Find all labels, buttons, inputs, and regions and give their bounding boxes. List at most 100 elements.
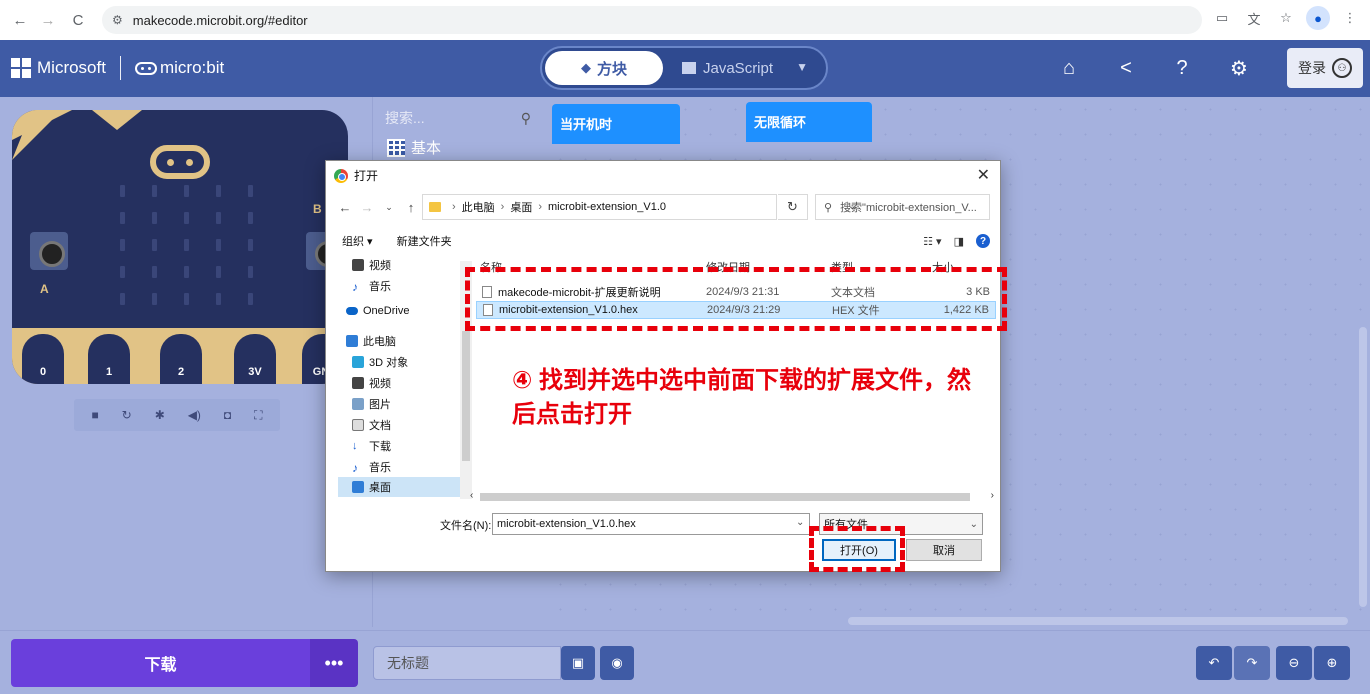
block-forever[interactable]: 无限循环 — [746, 102, 872, 142]
chevron-down-icon[interactable]: ▼ — [796, 60, 808, 74]
filename-input[interactable]: microbit-extension_V1.0.hex — [492, 513, 810, 535]
browser-menu-icon[interactable]: ⋮ — [1338, 6, 1362, 30]
music-icon: ♪ — [352, 461, 358, 475]
tab-blocks[interactable]: ◆ 方块 — [545, 51, 663, 85]
dialog-command-bar: 组织 ▾ 新建文件夹 ☷ ▾ ◨ ? — [342, 231, 990, 251]
makecode-header: Microsoft micro:bit ◆ 方块 JavaScript ▼ ⌂ … — [0, 40, 1370, 97]
cast-icon[interactable]: ▭ — [1210, 6, 1234, 30]
nav-item-this-pc[interactable]: 此电脑 — [346, 333, 396, 349]
search-icon: ⚲ — [824, 201, 833, 214]
project-name-input[interactable]: 无标题 — [373, 646, 561, 680]
forward-icon[interactable]: → — [356, 200, 378, 215]
highlight-open-box — [809, 526, 905, 572]
chevron-down-icon[interactable]: ⌄ — [378, 202, 400, 213]
forward-icon[interactable]: → — [34, 6, 62, 34]
save-icon[interactable]: ▣ — [561, 646, 595, 680]
organize-menu[interactable]: 组织 ▾ — [342, 233, 373, 249]
pin-3v[interactable]: 3V — [234, 334, 276, 384]
grid-icon — [387, 138, 405, 157]
settings-gear-icon[interactable]: ⚙ — [1225, 54, 1253, 82]
instruction-note: ④ 找到并选中选中前面下载的扩展文件，然后点击打开 — [512, 367, 971, 428]
nav-item-desktop[interactable]: 桌面 — [338, 477, 460, 497]
screenshot-icon[interactable]: ◘ — [224, 408, 231, 422]
reload-icon[interactable]: C — [64, 6, 92, 34]
profile-avatar-icon[interactable]: ● — [1306, 6, 1330, 30]
vertical-scrollbar[interactable] — [1359, 327, 1367, 607]
share-icon[interactable]: < — [1112, 54, 1140, 82]
redo-icon[interactable]: ↷ — [1234, 646, 1270, 680]
folder-icon — [429, 202, 441, 212]
up-icon[interactable]: ↑ — [400, 200, 422, 215]
cancel-button[interactable]: 取消 — [906, 539, 982, 561]
bottom-toolbar: 下载 ••• 无标题 ▣ ◉ ↶ ↷ ⊖ ⊕ — [0, 630, 1370, 694]
chevron-down-icon: ⌄ — [969, 518, 978, 530]
preview-pane-icon[interactable]: ◨ — [954, 235, 964, 248]
video-icon — [352, 377, 364, 389]
undo-icon[interactable]: ↶ — [1196, 646, 1232, 680]
highlight-file-box — [465, 267, 1007, 331]
zoom-out-icon[interactable]: ⊖ — [1276, 646, 1312, 680]
help-icon[interactable]: ? — [976, 234, 990, 248]
file-list-hscrollbar[interactable]: ‹ › — [468, 489, 998, 503]
address-bar[interactable]: ⚙ makecode.microbit.org/#editor — [102, 6, 1202, 34]
pin-2[interactable]: 2 — [160, 334, 202, 384]
mute-icon[interactable]: ◀) — [188, 408, 201, 422]
breadcrumb-desktop[interactable]: 桌面 — [510, 199, 532, 215]
translate-icon[interactable]: 文 — [1242, 6, 1266, 30]
back-icon[interactable]: ← — [334, 200, 356, 215]
help-icon[interactable]: ? — [1168, 54, 1196, 82]
label-b: B — [313, 202, 322, 216]
nav-item-documents[interactable]: 文档 — [352, 417, 391, 433]
fullscreen-icon[interactable]: ⛶ — [254, 408, 262, 423]
home-icon[interactable]: ⌂ — [1055, 54, 1083, 82]
stop-icon[interactable]: ■ — [91, 408, 98, 422]
bookmark-star-icon[interactable]: ☆ — [1274, 6, 1298, 30]
github-icon[interactable]: ◉ — [600, 646, 634, 680]
download-more-button[interactable]: ••• — [310, 639, 358, 687]
button-a[interactable] — [30, 232, 68, 270]
address-breadcrumb[interactable]: › 此电脑 › 桌面 › microbit-extension_V1.0 ⌄ — [422, 194, 856, 220]
login-button[interactable]: 登录 ⚇ — [1287, 48, 1363, 88]
breadcrumb-pc[interactable]: 此电脑 — [462, 199, 495, 215]
toolbox-search[interactable]: 搜索... ⚲ — [385, 105, 545, 131]
video-icon — [352, 259, 364, 271]
brand-text: Microsoft — [37, 58, 106, 77]
nav-item-3d-objects[interactable]: 3D 对象 — [352, 354, 408, 370]
debug-icon[interactable]: ✱ — [155, 408, 165, 422]
javascript-icon — [682, 62, 696, 74]
back-icon[interactable]: ← — [6, 6, 34, 34]
tab-javascript[interactable]: JavaScript — [682, 51, 773, 85]
nav-item-music-2[interactable]: ♪ 音乐 — [352, 459, 391, 475]
navigation-pane: 视频 ♪ 音乐 OneDrive 此电脑 3D 对象 视频 图片 文档 ↓ 下载 ♪… — [338, 253, 472, 499]
horizontal-scrollbar[interactable] — [848, 617, 1348, 625]
close-icon[interactable]: ✕ — [977, 165, 990, 185]
view-options-icon[interactable]: ☷ ▾ — [923, 235, 941, 248]
dialog-search-input[interactable]: ⚲ 搜索"microbit-extension_V... — [815, 194, 990, 220]
site-settings-icon[interactable]: ⚙ — [112, 13, 123, 27]
breadcrumb-folder[interactable]: microbit-extension_V1.0 — [548, 201, 666, 213]
nav-item-videos-2[interactable]: 视频 — [352, 375, 391, 391]
computer-icon — [346, 335, 358, 347]
refresh-icon[interactable]: ↻ — [778, 194, 808, 220]
block-on-start[interactable]: 当开机时 — [552, 104, 680, 144]
browser-toolbar: ← → C ⚙ makecode.microbit.org/#editor ▭ … — [0, 0, 1370, 40]
download-button[interactable]: 下载 — [11, 639, 310, 687]
picture-icon — [352, 398, 364, 410]
category-basic[interactable]: 基本 — [387, 137, 441, 158]
nav-item-onedrive[interactable]: OneDrive — [346, 305, 409, 317]
zoom-in-icon[interactable]: ⊕ — [1314, 646, 1350, 680]
microbit-logo-icon — [134, 61, 157, 75]
logo[interactable]: Microsoft micro:bit — [11, 56, 224, 80]
nav-item-downloads[interactable]: ↓ 下载 — [352, 438, 391, 454]
account-icon: ⚇ — [1332, 58, 1352, 78]
nav-item-music[interactable]: ♪ 音乐 — [352, 278, 391, 294]
pin-1[interactable]: 1 — [88, 334, 130, 384]
new-folder-button[interactable]: 新建文件夹 — [397, 233, 452, 249]
restart-icon[interactable]: ↻ — [122, 408, 132, 422]
nav-item-pictures[interactable]: 图片 — [352, 396, 391, 412]
desktop-icon — [352, 481, 364, 493]
chevron-down-icon[interactable]: ⌄ — [796, 517, 804, 528]
nav-item-videos[interactable]: 视频 — [352, 257, 391, 273]
search-icon[interactable]: ⚲ — [521, 110, 531, 127]
pin-0[interactable]: 0 — [22, 334, 64, 384]
